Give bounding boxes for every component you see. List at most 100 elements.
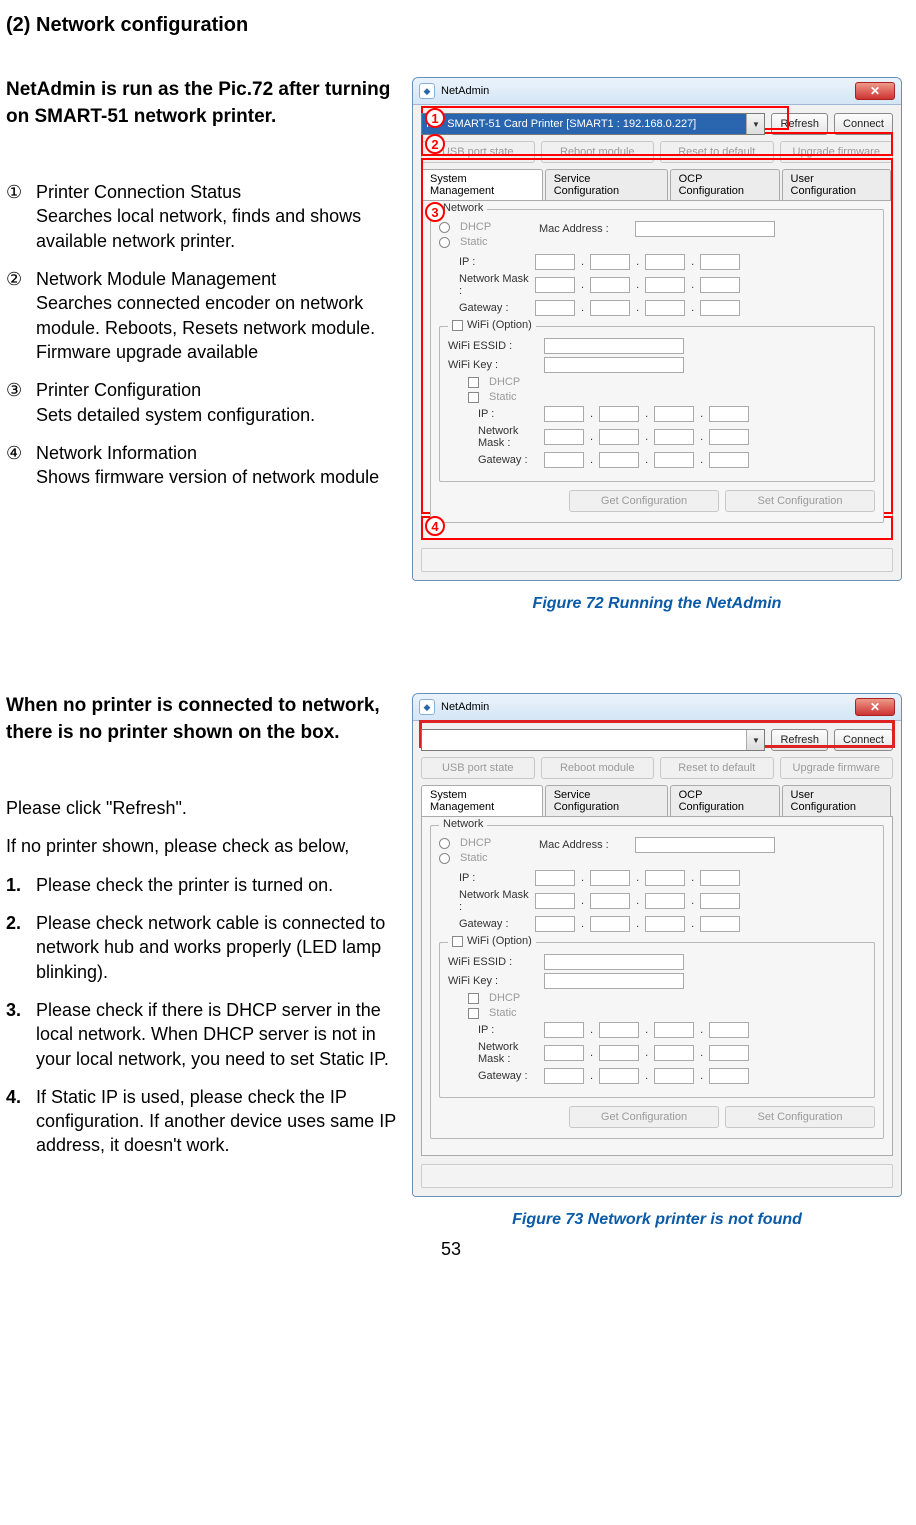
mac-label: Mac Address :	[539, 223, 629, 235]
wifi-static-label: Static	[489, 391, 517, 403]
mask-label: Network Mask :	[439, 889, 529, 913]
figure-caption-73: Figure 73 Network printer is not found	[512, 1211, 802, 1229]
wifi-key-label: WiFi Key :	[448, 975, 538, 987]
wifi-mask-label: Network Mask :	[448, 425, 538, 449]
netadmin-window: 1 2 3 4 ◆ NetAdmin ✕ IDP SMART-51 Card P…	[412, 77, 902, 581]
list-item: 4. If Static IP is used, please check th…	[6, 1085, 396, 1158]
wifi-mask-input[interactable]: ...	[544, 1045, 749, 1061]
wifi-gw-input[interactable]: ...	[544, 452, 749, 468]
reset-default-button[interactable]: Reset to default	[660, 757, 774, 779]
mac-input[interactable]	[635, 221, 775, 237]
gw-label: Gateway :	[439, 302, 529, 314]
dhcp-radio[interactable]	[439, 838, 450, 849]
circled-list: ① Printer Connection Status Searches loc…	[6, 180, 396, 489]
tab-ocp-configuration[interactable]: OCP Configuration	[670, 785, 780, 816]
wifi-essid-input[interactable]	[544, 338, 684, 354]
item-num: 3.	[6, 998, 21, 1022]
wifi-ip-input[interactable]: ...	[544, 406, 749, 422]
item-num: ④	[6, 441, 22, 465]
mac-input[interactable]	[635, 837, 775, 853]
printer-select-text: IDP SMART-51 Card Printer [SMART1 : 192.…	[422, 114, 746, 134]
static-radio[interactable]	[439, 237, 450, 248]
gw-input[interactable]: ...	[535, 916, 740, 932]
check-below-text: If no printer shown, please check as bel…	[6, 834, 396, 858]
item-title: Printer Connection Status	[36, 180, 396, 204]
click-refresh-text: Please click "Refresh".	[6, 796, 396, 820]
status-bar	[421, 1164, 893, 1188]
wifi-key-input[interactable]	[544, 973, 684, 989]
wifi-gw-input[interactable]: ...	[544, 1068, 749, 1084]
tab-user-configuration[interactable]: User Configuration	[782, 785, 892, 816]
wifi-essid-label: WiFi ESSID :	[448, 956, 538, 968]
group-label: Network	[439, 202, 487, 214]
annotation-1: 1	[425, 108, 445, 128]
ip-input[interactable]: ...	[535, 870, 740, 886]
wifi-checkbox[interactable]	[452, 936, 463, 947]
list-item: 3. Please check if there is DHCP server …	[6, 998, 396, 1071]
tab-service-configuration[interactable]: Service Configuration	[545, 785, 668, 816]
usb-port-state-button[interactable]: USB port state	[421, 757, 535, 779]
dhcp-label: DHCP	[460, 837, 491, 849]
wifi-mask-input[interactable]: ...	[544, 429, 749, 445]
list-item: ② Network Module Management Searches con…	[6, 267, 396, 364]
item-num: ③	[6, 378, 22, 402]
item-title: Printer Configuration	[36, 378, 396, 402]
wifi-static-checkbox[interactable]	[468, 392, 479, 403]
wifi-ip-input[interactable]: ...	[544, 1022, 749, 1038]
annotation-2: 2	[425, 134, 445, 154]
mask-label: Network Mask :	[439, 273, 529, 297]
wifi-dhcp-checkbox[interactable]	[468, 377, 479, 388]
get-configuration-button[interactable]: Get Configuration	[569, 1106, 719, 1128]
set-configuration-button[interactable]: Set Configuration	[725, 490, 875, 512]
window-title: NetAdmin	[441, 701, 489, 713]
wifi-ip-label: IP :	[448, 408, 538, 420]
wifi-key-input[interactable]	[544, 357, 684, 373]
wifi-key-label: WiFi Key :	[448, 359, 538, 371]
netadmin-window: ◆ NetAdmin ✕ ▼ Refresh Connect USB port …	[412, 693, 902, 1197]
close-button[interactable]: ✕	[855, 82, 895, 100]
tab-panel: Network DHCP Static Mac Address : IP : .	[421, 201, 893, 540]
ip-label: IP :	[439, 872, 529, 884]
gw-input[interactable]: ...	[535, 300, 740, 316]
wifi-essid-input[interactable]	[544, 954, 684, 970]
figure-caption-72: Figure 72 Running the NetAdmin	[533, 595, 782, 613]
dhcp-label: DHCP	[460, 221, 491, 233]
item-desc: Please check if there is DHCP server in …	[36, 1000, 389, 1069]
close-button[interactable]: ✕	[855, 698, 895, 716]
static-label: Static	[460, 236, 488, 248]
wifi-essid-label: WiFi ESSID :	[448, 340, 538, 352]
mask-input[interactable]: ...	[535, 277, 740, 293]
mask-input[interactable]: ...	[535, 893, 740, 909]
printer-select[interactable]: ▼	[421, 729, 765, 751]
dhcp-radio[interactable]	[439, 222, 450, 233]
upgrade-firmware-button[interactable]: Upgrade firmware	[780, 757, 894, 779]
wifi-static-checkbox[interactable]	[468, 1008, 479, 1019]
reboot-module-button[interactable]: Reboot module	[541, 757, 655, 779]
printer-select[interactable]: IDP SMART-51 Card Printer [SMART1 : 192.…	[421, 113, 765, 135]
tab-system-management[interactable]: System Management	[421, 785, 543, 816]
chevron-down-icon[interactable]: ▼	[746, 730, 764, 750]
item-desc: Searches local network, finds and shows …	[36, 204, 396, 253]
wifi-dhcp-checkbox[interactable]	[468, 993, 479, 1004]
network-group: Network DHCP Static Mac Address : IP : .	[430, 209, 884, 523]
ip-input[interactable]: ...	[535, 254, 740, 270]
get-configuration-button[interactable]: Get Configuration	[569, 490, 719, 512]
item-desc: Searches connected encoder on network mo…	[36, 291, 396, 364]
list-item: 1. Please check the printer is turned on…	[6, 873, 396, 897]
page-number: 53	[6, 1239, 896, 1260]
wifi-checkbox[interactable]	[452, 320, 463, 331]
tab-panel: Network DHCP Static Mac Address : IP : .	[421, 817, 893, 1156]
wifi-label: WiFi (Option)	[467, 935, 532, 947]
static-radio[interactable]	[439, 853, 450, 864]
item-num: 2.	[6, 911, 21, 935]
item-title: Network Information	[36, 441, 396, 465]
titlebar: ◆ NetAdmin ✕	[413, 78, 901, 105]
set-configuration-button[interactable]: Set Configuration	[725, 1106, 875, 1128]
chevron-down-icon[interactable]: ▼	[746, 114, 764, 134]
group-label: Network	[439, 818, 487, 830]
item-title: Network Module Management	[36, 267, 396, 291]
wifi-ip-label: IP :	[448, 1024, 538, 1036]
titlebar: ◆ NetAdmin ✕	[413, 694, 901, 721]
intro-1: NetAdmin is run as the Pic.72 after turn…	[6, 77, 396, 130]
wifi-dhcp-label: DHCP	[489, 376, 520, 388]
